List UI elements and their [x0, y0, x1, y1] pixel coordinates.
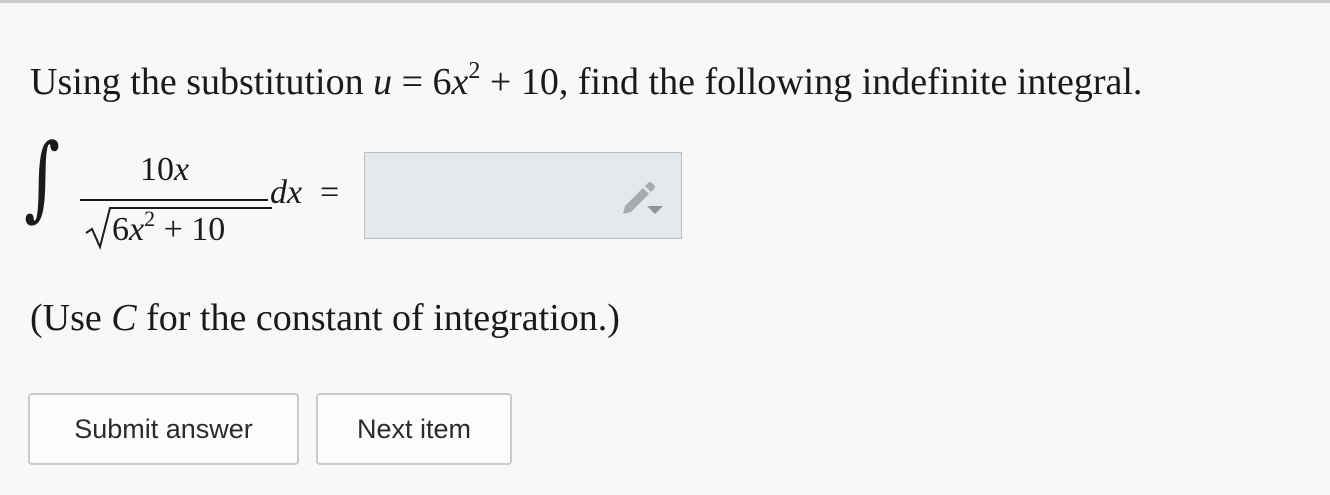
next-item-button[interactable]: Next item [316, 393, 512, 465]
fraction-denominator: 6x2 + 10 [84, 208, 226, 250]
denominator-exp: 2 [144, 206, 156, 231]
differential: dx [270, 174, 303, 211]
prompt-prefix: Using the substitution [30, 61, 374, 103]
denominator-coef: 6 [112, 211, 129, 248]
numerator-var: x [174, 151, 190, 188]
integral-sign: ∫ [24, 124, 60, 231]
denominator-rest: + 10 [155, 211, 226, 248]
fraction-bar [80, 199, 268, 201]
submit-answer-button[interactable]: Submit answer [28, 393, 299, 465]
numerator-coef: 10 [140, 151, 174, 188]
denominator-var: x [129, 211, 145, 248]
note-constant: C [111, 297, 137, 339]
pencil-dropdown-icon[interactable] [619, 178, 665, 216]
prompt-var-u: u [373, 61, 393, 103]
note-open: (Use [30, 297, 112, 339]
prompt-suffix: + 10, find the following indefinite inte… [480, 61, 1143, 103]
note-close: for the constant of integration.) [136, 297, 620, 339]
question-prompt: Using the substitution u = 6x2 + 10, fin… [30, 56, 1142, 108]
top-divider [0, 0, 1330, 3]
equals-sign: = [320, 174, 340, 211]
prompt-exponent: 2 [468, 58, 481, 84]
instruction-note: (Use C for the constant of integration.) [30, 292, 620, 344]
prompt-equals: = 6 [392, 61, 452, 103]
prompt-var-x: x [451, 61, 469, 103]
fraction-numerator: 10x [140, 150, 189, 190]
